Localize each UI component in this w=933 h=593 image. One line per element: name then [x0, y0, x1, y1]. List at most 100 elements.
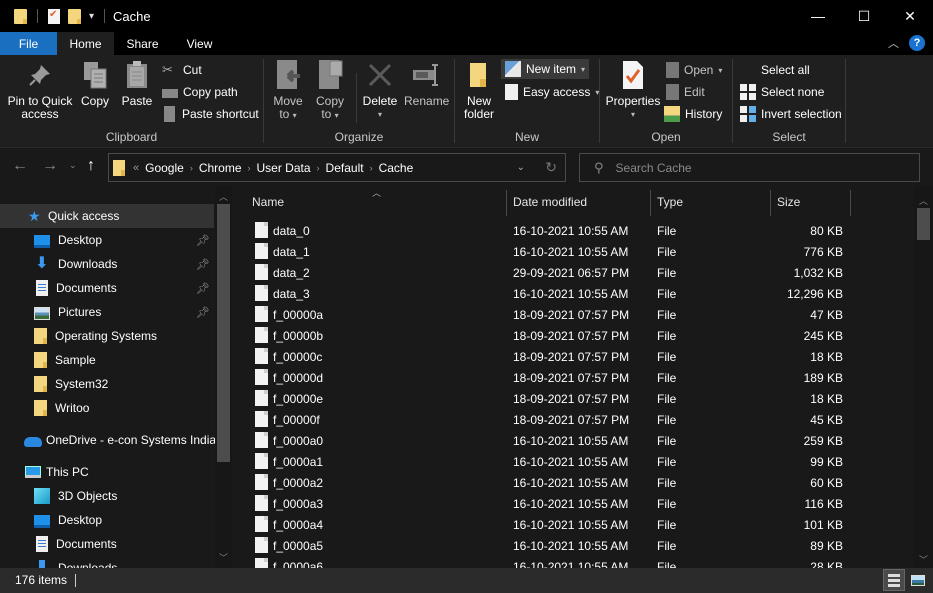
overflow-crumbs-button[interactable]: «	[133, 162, 139, 174]
copy-button[interactable]: Copy	[78, 59, 112, 108]
address-history-dropdown-icon[interactable]: ⌄	[517, 162, 525, 173]
easy-access-button[interactable]: Easy access ▾	[505, 82, 599, 102]
new-folder-button[interactable]: New folder	[459, 59, 499, 121]
nav-desktop[interactable]: Desktop 📌︎	[0, 228, 214, 252]
nav-system32[interactable]: System32	[0, 372, 214, 396]
nav-pc-downloads[interactable]: Downloads	[0, 556, 214, 568]
breadcrumb-default[interactable]: Default	[326, 161, 364, 175]
search-box[interactable]: ⚲	[579, 153, 920, 182]
properties-icon[interactable]	[48, 8, 60, 24]
edit-button[interactable]: Edit	[666, 82, 705, 102]
pin-icon[interactable]: 📌︎	[196, 234, 210, 247]
nav-documents[interactable]: Documents 📌︎	[0, 276, 214, 300]
delete-dropdown-icon[interactable]: ▾	[361, 108, 399, 121]
forward-button[interactable]: →	[42, 157, 58, 175]
file-row[interactable]: f_0000a6 16-10-2021 10:55 AM File 28 KB	[232, 556, 912, 568]
rename-button[interactable]: Rename	[404, 59, 449, 108]
file-row[interactable]: f_0000a0 16-10-2021 10:55 AM File 259 KB	[232, 430, 912, 451]
search-input[interactable]	[615, 160, 896, 175]
back-button[interactable]: ←	[12, 157, 28, 175]
nav-scrollbar[interactable]: ︿ ﹀	[215, 186, 232, 568]
recent-locations-button[interactable]: ⌄	[69, 160, 77, 171]
file-list-scrollbar[interactable]: ︿ ﹀	[914, 186, 933, 568]
address-bar[interactable]: « Google › Chrome › User Data › Default …	[108, 153, 566, 182]
tab-view[interactable]: View	[171, 32, 228, 55]
properties-button[interactable]: Properties ▾	[604, 59, 662, 121]
column-header-name[interactable]: Name	[252, 195, 284, 209]
pin-icon[interactable]: 📌︎	[196, 306, 210, 319]
breadcrumb-google[interactable]: Google	[145, 161, 184, 175]
column-resize-handle[interactable]	[650, 190, 651, 216]
nav-writoo[interactable]: Writoo	[0, 396, 214, 420]
nav-sample[interactable]: Sample	[0, 348, 214, 372]
paste-button[interactable]: Paste	[120, 59, 154, 108]
file-row[interactable]: data_3 16-10-2021 10:55 AM File 12,296 KB	[232, 283, 912, 304]
column-resize-handle[interactable]	[506, 190, 507, 216]
large-icons-view-button[interactable]	[907, 569, 929, 591]
refresh-icon[interactable]: ↻	[545, 159, 557, 176]
tab-share[interactable]: Share	[114, 32, 171, 55]
file-row[interactable]: f_0000a1 16-10-2021 10:55 AM File 99 KB	[232, 451, 912, 472]
nav-onedrive[interactable]: OneDrive - e-con Systems India	[0, 428, 220, 452]
column-header-type[interactable]: Type	[657, 195, 683, 209]
breadcrumb-separator-icon[interactable]: ›	[190, 163, 193, 173]
file-row[interactable]: f_0000a2 16-10-2021 10:55 AM File 60 KB	[232, 472, 912, 493]
column-resize-handle[interactable]	[770, 190, 771, 216]
nav-quick-access[interactable]: ★ Quick access	[0, 204, 214, 228]
nav-pictures[interactable]: Pictures 📌︎	[0, 300, 214, 324]
collapse-ribbon-icon[interactable]: ︿	[888, 35, 899, 51]
close-button[interactable]: ✕	[887, 0, 933, 32]
scroll-down-icon[interactable]: ﹀	[919, 553, 928, 566]
cut-button[interactable]: ✂ Cut	[162, 60, 202, 80]
nav-pc-desktop[interactable]: Desktop	[0, 508, 214, 532]
file-row[interactable]: data_0 16-10-2021 10:55 AM File 80 KB	[232, 220, 912, 241]
pin-to-quick-access-button[interactable]: Pin to Quick access	[6, 59, 74, 121]
file-row[interactable]: f_00000a 18-09-2021 07:57 PM File 47 KB	[232, 304, 912, 325]
nav-this-pc[interactable]: This PC	[0, 460, 214, 484]
file-list-scrollbar-thumb[interactable]	[917, 208, 930, 240]
minimize-button[interactable]: —	[795, 0, 841, 32]
breadcrumb-separator-icon[interactable]: ›	[317, 163, 320, 173]
pin-icon[interactable]: 📌︎	[196, 282, 210, 295]
new-folder-icon[interactable]	[68, 8, 81, 24]
file-row[interactable]: f_0000a5 16-10-2021 10:55 AM File 89 KB	[232, 535, 912, 556]
file-row[interactable]: f_00000e 18-09-2021 07:57 PM File 18 KB	[232, 388, 912, 409]
file-row[interactable]: f_0000a4 16-10-2021 10:55 AM File 101 KB	[232, 514, 912, 535]
select-all-button[interactable]: Select all	[740, 60, 810, 80]
file-row[interactable]: f_00000d 18-09-2021 07:57 PM File 189 KB	[232, 367, 912, 388]
scroll-up-icon[interactable]: ︿	[919, 194, 928, 207]
scroll-up-icon[interactable]: ︿	[219, 190, 228, 203]
file-row[interactable]: f_00000c 18-09-2021 07:57 PM File 18 KB	[232, 346, 912, 367]
breadcrumb-chrome[interactable]: Chrome	[199, 161, 242, 175]
nav-pc-documents[interactable]: Documents	[0, 532, 214, 556]
history-button[interactable]: History	[664, 104, 722, 124]
breadcrumb-user-data[interactable]: User Data	[257, 161, 311, 175]
tab-file[interactable]: File	[0, 32, 57, 55]
properties-dropdown-icon[interactable]: ▾	[604, 108, 662, 121]
pin-icon[interactable]: 📌︎	[196, 258, 210, 271]
breadcrumb-cache[interactable]: Cache	[379, 161, 414, 175]
file-row[interactable]: data_1 16-10-2021 10:55 AM File 776 KB	[232, 241, 912, 262]
paste-shortcut-button[interactable]: Paste shortcut	[162, 104, 259, 124]
open-button[interactable]: Open ▾	[666, 60, 722, 80]
file-row[interactable]: f_00000f 18-09-2021 07:57 PM File 45 KB	[232, 409, 912, 430]
tab-home[interactable]: Home	[57, 32, 114, 55]
file-row[interactable]: data_2 29-09-2021 06:57 PM File 1,032 KB	[232, 262, 912, 283]
customize-toolbar-dropdown-icon[interactable]: ▾	[89, 11, 94, 22]
breadcrumb-separator-icon[interactable]: ›	[370, 163, 373, 173]
select-none-button[interactable]: Select none	[740, 82, 824, 102]
nav-3d-objects[interactable]: 3D Objects	[0, 484, 214, 508]
nav-downloads[interactable]: ⬇ Downloads 📌︎	[0, 252, 214, 276]
nav-operating-systems[interactable]: Operating Systems	[0, 324, 214, 348]
delete-button[interactable]: Delete ▾	[361, 59, 399, 121]
breadcrumb-separator-icon[interactable]: ›	[248, 163, 251, 173]
file-row[interactable]: f_00000b 18-09-2021 07:57 PM File 245 KB	[232, 325, 912, 346]
new-item-button[interactable]: New item ▾	[501, 59, 590, 79]
copy-to-button[interactable]: Copy to ▾	[312, 59, 348, 122]
scroll-down-icon[interactable]: ﹀	[219, 551, 228, 564]
file-row[interactable]: f_0000a3 16-10-2021 10:55 AM File 116 KB	[232, 493, 912, 514]
move-to-button[interactable]: Move to ▾	[270, 59, 306, 122]
help-icon[interactable]: ?	[909, 35, 925, 51]
nav-scrollbar-thumb[interactable]	[217, 204, 230, 462]
column-header-size[interactable]: Size	[777, 195, 800, 209]
